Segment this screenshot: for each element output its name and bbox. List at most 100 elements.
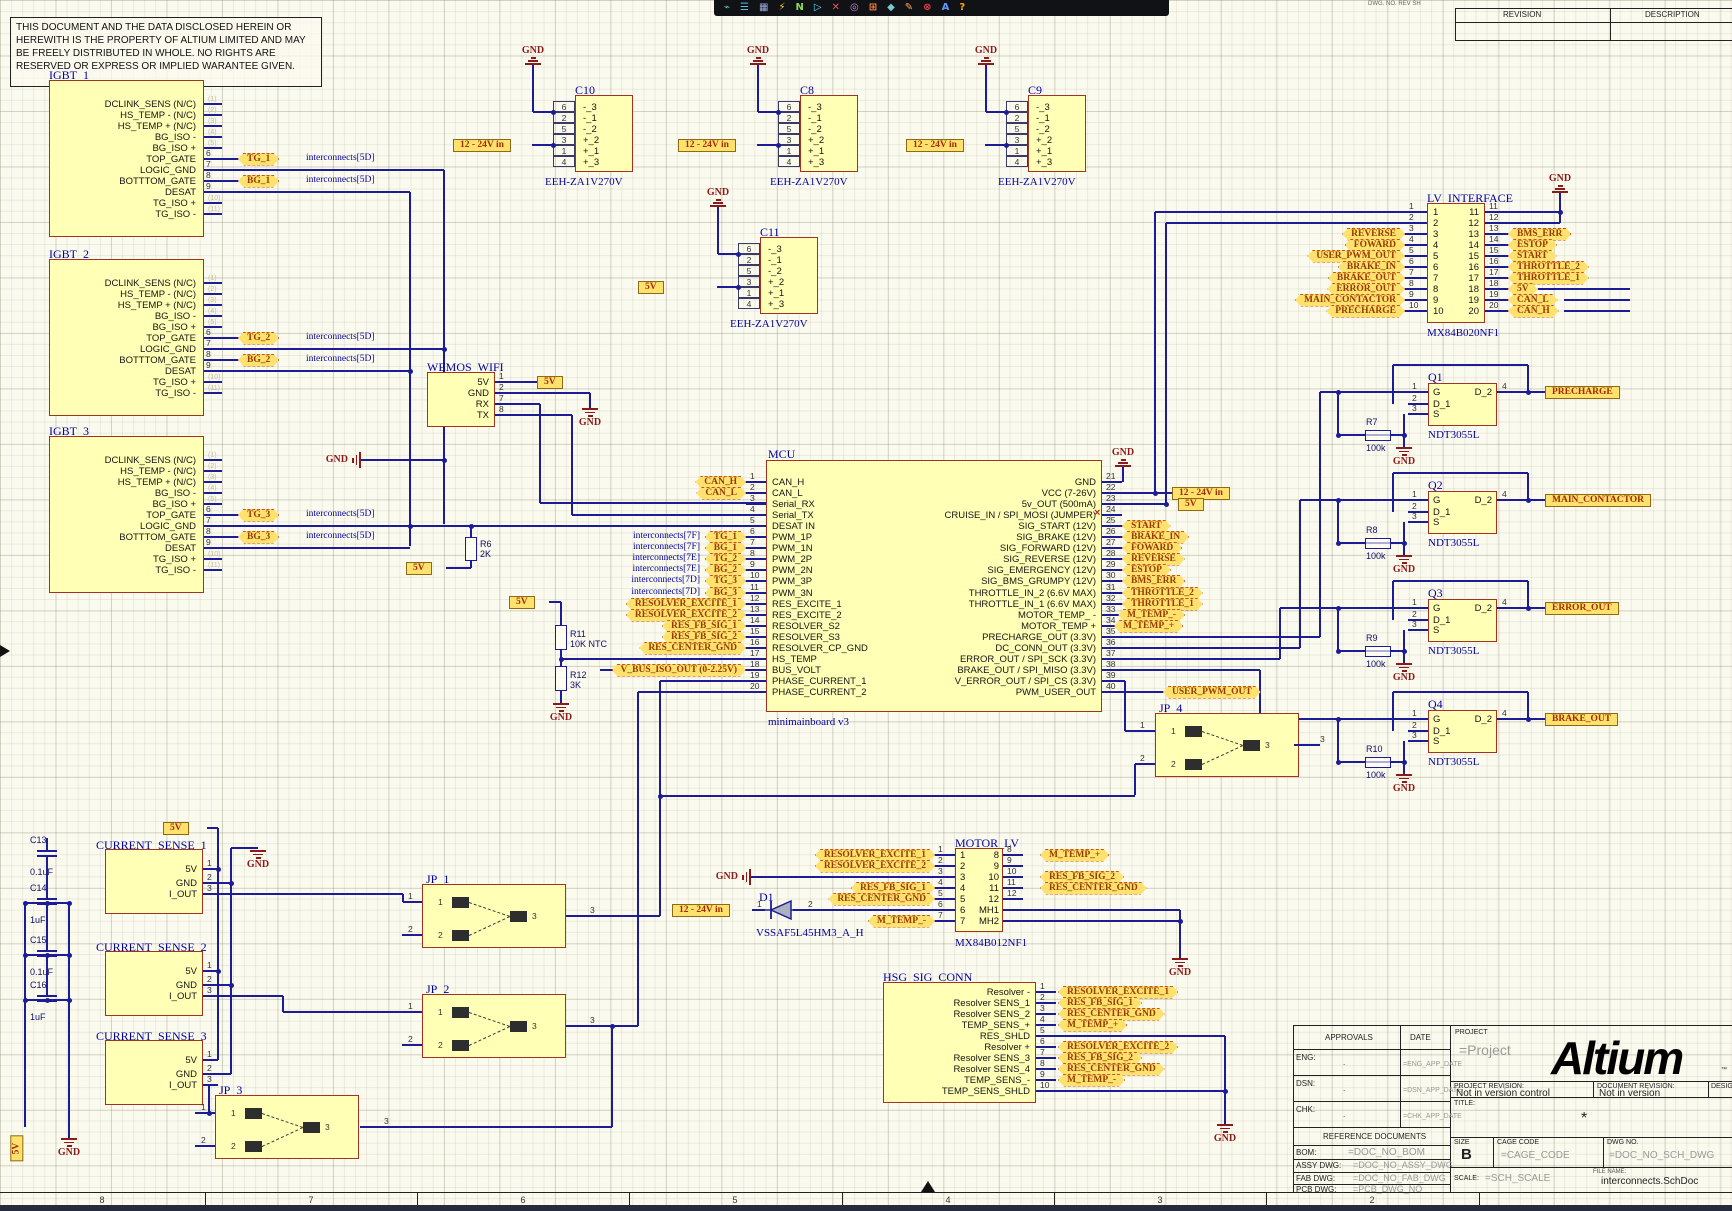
mosfet-ref[interactable]: Q4 — [1428, 698, 1443, 710]
port-TG_3[interactable]: TG_3 — [238, 509, 279, 522]
text-string-icon[interactable]: A — [942, 3, 950, 13]
cap-pin-number: 3 — [747, 278, 752, 287]
jumper-pad[interactable] — [303, 1122, 320, 1133]
motor-pin-number: 5 — [938, 889, 943, 898]
resistor-undefined[interactable] — [465, 537, 477, 561]
cap-pin-number: 6 — [787, 103, 792, 112]
power-label[interactable]: 12 - 24V in — [453, 139, 511, 152]
resistor-undefined[interactable] — [555, 625, 567, 650]
wire-segment — [1179, 910, 1181, 958]
jumper-block-JP_4[interactable] — [1155, 713, 1299, 777]
power-label[interactable]: 12 - 24V in — [906, 139, 964, 152]
jumper-pad[interactable] — [452, 1040, 469, 1051]
jumper-pad[interactable] — [1185, 759, 1202, 770]
port-BG_3[interactable]: BG_3 — [238, 531, 279, 544]
port-TG_2[interactable]: TG_2 — [238, 332, 279, 345]
net-label-ERROR_OUT[interactable]: ERROR_OUT — [1545, 602, 1619, 615]
resistor-undefined[interactable] — [555, 666, 567, 691]
jumper-pad[interactable] — [452, 930, 469, 941]
floating-toolbar[interactable]: ⌁ ☰ ▦ ⚡ N ▷ ✕ ◎ ⊞ ◆ ✎ ⊗ A? — [714, 0, 1169, 16]
place-junction-icon[interactable]: ◆ — [887, 3, 895, 13]
place-wire-icon[interactable]: ⌁ — [724, 3, 730, 13]
jumper-pad[interactable] — [1243, 740, 1260, 751]
resistor-undefined[interactable] — [1365, 430, 1391, 441]
jumper-ext-number: 2 — [201, 1136, 206, 1145]
jumper-pad[interactable] — [510, 911, 527, 922]
jumper-pad[interactable] — [245, 1108, 262, 1119]
mosfet-ref[interactable]: Q2 — [1428, 479, 1443, 491]
mcu-pin-name: CAN_L — [772, 489, 803, 499]
port-USER_PWM_OUT[interactable]: USER_PWM_OUT — [1163, 686, 1261, 699]
port-BG_2[interactable]: BG_2 — [238, 354, 279, 367]
wire-segment — [1538, 288, 1630, 290]
port-PRECHARGE[interactable]: PRECHARGE — [1326, 305, 1405, 318]
port-BG_1[interactable]: BG_1 — [238, 175, 279, 188]
wire-segment — [1036, 1013, 1056, 1015]
place-power-port-icon[interactable]: ⚡ — [778, 3, 785, 13]
jumper-pad[interactable] — [245, 1141, 262, 1152]
mosfet-ref[interactable]: Q1 — [1428, 371, 1443, 383]
power-label-5v[interactable]: 5V — [537, 376, 563, 389]
wire-segment — [204, 202, 222, 204]
jumper-block-JP_2[interactable] — [422, 994, 566, 1058]
power-label-5v[interactable]: 5V — [406, 562, 432, 575]
resistor-undefined[interactable] — [1365, 538, 1391, 549]
mosfet-pin-number: 2 — [1412, 394, 1417, 403]
annotate-icon[interactable]: ✎ — [905, 3, 913, 13]
interconnect-ref: interconnects[5D] — [306, 333, 375, 343]
power-label-5v[interactable]: 5V — [10, 1135, 23, 1161]
jumper-pad[interactable] — [510, 1021, 527, 1032]
mosfet-pin-s: S — [1433, 626, 1439, 636]
net-label-PRECHARGE[interactable]: PRECHARGE — [1545, 386, 1620, 399]
jumper-pad[interactable] — [452, 1007, 469, 1018]
lv-pin-number: 1 — [1409, 202, 1414, 211]
wire-segment — [495, 403, 515, 405]
mcu-pin-number: 6 — [750, 527, 755, 536]
place-part-icon[interactable]: ⊞ — [869, 3, 877, 13]
port-V_BUS_ISO_OUT[interactable]: V_BUS_ISO_OUT (0-2.25V) — [612, 664, 746, 677]
power-label[interactable]: 12 - 24V in — [678, 139, 736, 152]
cross-probe-icon[interactable]: ⊗ — [923, 3, 931, 13]
jumper-block-JP_3[interactable] — [215, 1095, 359, 1159]
port-M_TEMP_-[interactable]: M_TEMP_- — [1058, 1074, 1125, 1087]
place-no-erc-icon[interactable]: ✕ — [832, 3, 840, 13]
resistor-undefined[interactable] — [1365, 757, 1391, 768]
port-TG_3[interactable]: TG_3 — [705, 575, 746, 588]
port-CAN_L[interactable]: CAN_L — [696, 487, 746, 500]
jumper-pad[interactable] — [452, 897, 469, 908]
place-net-label-icon[interactable]: N — [795, 3, 803, 13]
help-icon[interactable]: ? — [959, 3, 965, 13]
place-bus-icon[interactable]: ☰ — [740, 3, 749, 13]
port-BMS_ERR[interactable]: BMS_ERR — [1122, 575, 1185, 588]
port-M_TEMP_+[interactable]: M_TEMP_+ — [1040, 849, 1109, 862]
motor-pin-int: 8 — [994, 851, 999, 861]
port-M_TEMP_PLUS[interactable]: M_TEMP_+ — [1114, 620, 1183, 633]
net-label-BRAKE_OUT[interactable]: BRAKE_OUT — [1545, 713, 1618, 726]
port-RES_CENTER_GND[interactable]: RES_CENTER_GND — [828, 893, 935, 906]
power-label-5v[interactable]: 5V — [1178, 498, 1204, 511]
port-TG_1[interactable]: TG_1 — [238, 153, 279, 166]
wire-segment — [1102, 636, 1320, 638]
wire — [582, 408, 598, 410]
jumper-pad[interactable] — [1185, 726, 1202, 737]
power-label-5v[interactable]: 5V — [509, 596, 535, 609]
port-RES_CENTER_GND[interactable]: RES_CENTER_GND — [639, 642, 746, 655]
port-M_TEMP_-[interactable]: M_TEMP_- — [868, 915, 935, 928]
diode-symbol[interactable] — [765, 899, 795, 921]
place-sheet-symbol-icon[interactable]: ▦ — [759, 3, 768, 13]
place-probe-icon[interactable]: ◎ — [850, 3, 859, 13]
mcu-title[interactable]: MCU — [768, 448, 795, 460]
jumper-block-JP_1[interactable] — [422, 884, 566, 948]
power-label-5v[interactable]: 5V — [163, 822, 189, 835]
resistor-undefined[interactable] — [1365, 646, 1391, 657]
mosfet-ref[interactable]: Q3 — [1428, 587, 1443, 599]
wire — [352, 458, 354, 463]
place-port-icon[interactable]: ▷ — [814, 3, 822, 13]
power-label-12-24v[interactable]: 12 - 24V in — [672, 904, 730, 917]
port-RESOLVER_EXCITE_2[interactable]: RESOLVER_EXCITE_2 — [815, 860, 935, 873]
power-label[interactable]: 5V — [638, 281, 664, 294]
port-RES_CENTER_GND[interactable]: RES_CENTER_GND — [1040, 882, 1147, 895]
net-label-MAIN_CONTACTOR[interactable]: MAIN_CONTACTOR — [1545, 494, 1651, 507]
port-CAN_H[interactable]: CAN_H — [1508, 305, 1559, 318]
port-M_TEMP_+[interactable]: M_TEMP_+ — [1058, 1019, 1127, 1032]
